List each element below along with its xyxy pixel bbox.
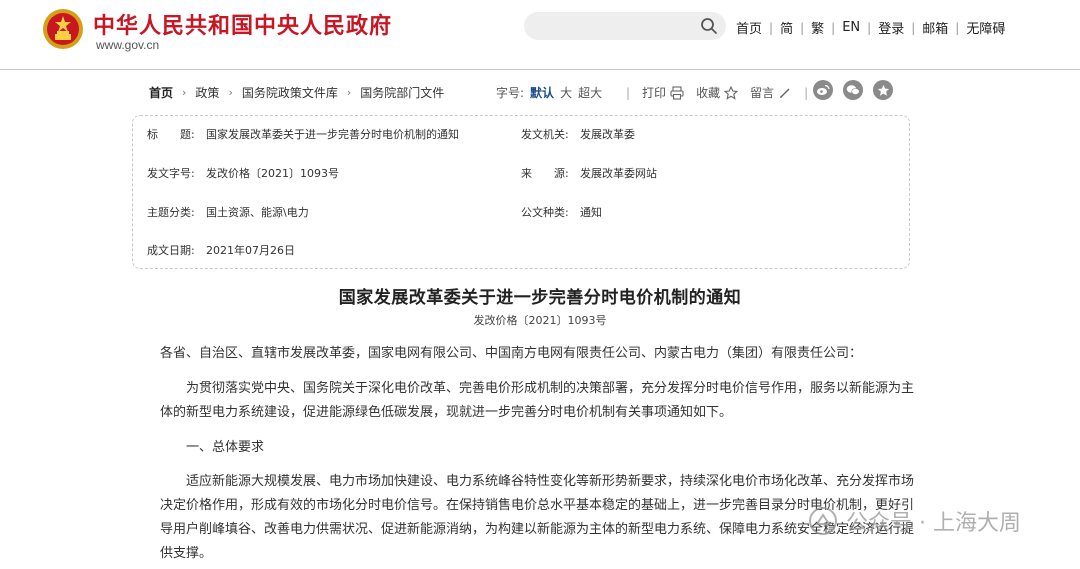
nav-separator: | (867, 20, 872, 35)
national-emblem-icon[interactable] (42, 8, 84, 50)
comment-button[interactable]: 留言 (750, 84, 792, 101)
tools-separator: | (804, 85, 809, 100)
nav-traditional[interactable]: 繁 (811, 18, 824, 37)
site-header: 中华人民共和国中央人民政府 www.gov.cn 首页 | 简 | 繁 | EN… (0, 0, 1080, 70)
info-label-title: 标 题: (147, 128, 195, 141)
site-title[interactable]: 中华人民共和国中央人民政府 (93, 8, 392, 40)
breadcrumb-department-files[interactable]: 国务院部门文件 (360, 84, 444, 101)
info-row: 发文字号: 发改价格〔2021〕1093号 来 源: 发展改革委网站 (133, 165, 909, 185)
font-size-default[interactable]: 默认 (530, 84, 554, 101)
nav-home[interactable]: 首页 (736, 18, 762, 37)
search-input[interactable] (524, 12, 726, 40)
watermark-text: 公众号 · 上海大周 (846, 511, 1021, 536)
nav-separator: | (800, 20, 805, 35)
article-paragraph-recipients: 各省、自治区、直辖市发展改革委，国家电网有限公司、中国南方电网有限责任公司、内蒙… (160, 346, 863, 361)
info-row: 主题分类: 国土资源、能源\电力 公文种类: 通知 (133, 204, 909, 224)
info-label-type: 公文种类: (521, 206, 569, 219)
chevron-right-icon: › (346, 86, 352, 99)
info-value-title: 国家发展改革委关于进一步完善分时电价机制的通知 (206, 128, 459, 141)
pencil-icon (780, 88, 790, 98)
article-toolbar: 首页 › 政策 › 国务院政策文件库 › 国务院部门文件 字号: 默认 大 超大… (149, 80, 909, 102)
font-size-xlarge[interactable]: 超大 (578, 84, 602, 101)
nav-separator: | (831, 20, 836, 35)
wechat-share-button[interactable] (843, 80, 863, 100)
info-label-topic: 主题分类: (147, 206, 195, 219)
chevron-right-icon: › (182, 86, 187, 99)
nav-separator: | (911, 20, 916, 35)
nav-english[interactable]: EN (842, 20, 860, 35)
info-row: 标 题: 国家发展改革委关于进一步完善分时电价机制的通知 发文机关: 发展改革委 (133, 126, 909, 146)
site-url: www.gov.cn (96, 38, 160, 52)
breadcrumb: 首页 › 政策 › 国务院政策文件库 › 国务院部门文件 (149, 84, 444, 101)
info-value-source: 发展改革委网站 (580, 167, 657, 180)
top-nav: 首页 | 简 | 繁 | EN | 登录 | 邮箱 | 无障碍 (736, 18, 1005, 37)
wechat-official-account-icon (809, 507, 837, 535)
font-size-label: 字号: (496, 86, 525, 100)
share-buttons (813, 80, 893, 100)
favorite-button[interactable]: 收藏 (696, 84, 739, 101)
info-value-type: 通知 (580, 206, 602, 219)
weibo-share-button[interactable] (813, 80, 833, 100)
info-label-docno: 发文字号: (147, 167, 195, 180)
star-icon (877, 84, 889, 96)
chevron-right-icon: › (228, 86, 233, 99)
nav-accessibility[interactable]: 无障碍 (966, 18, 1005, 37)
nav-separator: | (955, 20, 960, 35)
article-paragraph-intro: 为贯彻落实党中央、国务院关于深化电价改革、完善电价形成机制的决策部署，充分发挥分… (160, 381, 915, 420)
info-label-date: 成文日期: (147, 244, 195, 257)
info-value-date: 2021年07月26日 (206, 244, 295, 257)
favorite-label: 收藏 (696, 86, 721, 100)
nav-simplified[interactable]: 简 (780, 18, 793, 37)
info-value-topic: 国土资源、能源\电力 (206, 206, 309, 219)
article-section-heading: 一、总体要求 (186, 440, 265, 455)
nav-separator: | (769, 20, 774, 35)
print-label: 打印 (642, 86, 667, 100)
document-info-table: 标 题: 国家发展改革委关于进一步完善分时电价机制的通知 发文机关: 发展改革委… (132, 115, 910, 269)
printer-icon (670, 85, 684, 100)
breadcrumb-policy[interactable]: 政策 (195, 84, 219, 101)
font-size-large[interactable]: 大 (560, 84, 572, 101)
search-icon[interactable] (700, 17, 718, 35)
info-label-source: 来 源: (521, 167, 569, 180)
article-tools: | 打印 收藏 留言 | (614, 84, 820, 101)
print-button[interactable]: 打印 (642, 84, 684, 101)
font-size-switcher: 字号: 默认 大 超大 (496, 84, 602, 101)
weibo-icon (817, 84, 830, 95)
article-doc-number: 发改价格〔2021〕1093号 (473, 314, 607, 327)
info-label-issuer: 发文机关: (521, 128, 569, 141)
info-value-docno: 发改价格〔2021〕1093号 (206, 167, 339, 180)
tools-separator: | (626, 85, 631, 100)
nav-mail[interactable]: 邮箱 (922, 18, 948, 37)
article-title: 国家发展改革委关于进一步完善分时电价机制的通知 (338, 288, 742, 308)
breadcrumb-policy-library[interactable]: 国务院政策文件库 (242, 84, 338, 101)
favorite-share-button[interactable] (873, 80, 893, 100)
breadcrumb-home[interactable]: 首页 (149, 84, 173, 101)
info-row: 成文日期: 2021年07月26日 (133, 242, 909, 262)
star-icon (724, 85, 739, 100)
info-value-issuer: 发展改革委 (580, 128, 635, 141)
nav-login[interactable]: 登录 (878, 18, 904, 37)
comment-label: 留言 (750, 86, 775, 100)
watermark: 公众号 · 上海大周 (808, 505, 1021, 537)
wechat-icon (846, 85, 860, 95)
article-paragraph-requirements: 适应新能源大规模发展、电力市场加快建设、电力系统峰谷特性变化等新形势新要求，持续… (160, 474, 915, 561)
